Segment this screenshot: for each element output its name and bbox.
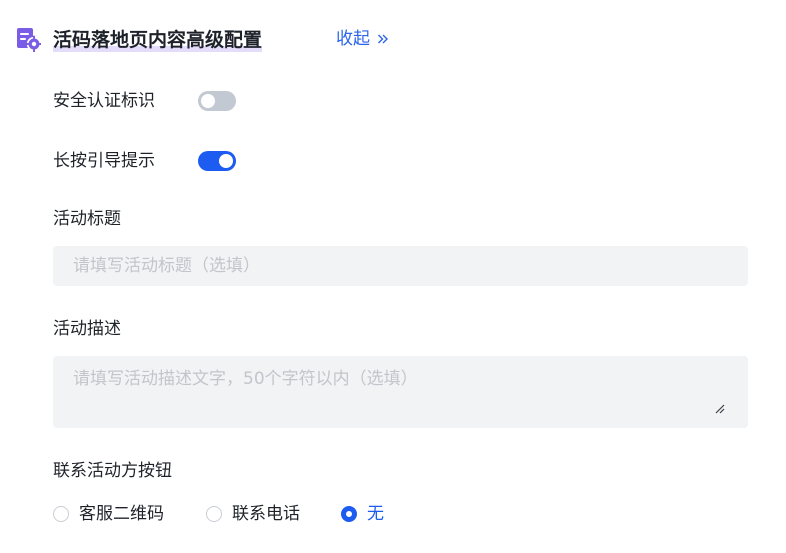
document-settings-icon (17, 28, 41, 52)
long-press-hint-label: 长按引导提示 (53, 151, 155, 171)
radio-label: 客服二维码 (79, 504, 164, 524)
radio-contact-phone[interactable]: 联系电话 (206, 502, 300, 526)
radio-customer-service-qr[interactable]: 客服二维码 (53, 502, 164, 526)
toggle-knob (219, 154, 233, 168)
long-press-hint-toggle[interactable] (198, 151, 236, 171)
security-badge-toggle[interactable] (198, 91, 236, 111)
double-chevron-right-icon (378, 34, 389, 44)
contact-button-label: 联系活动方按钮 (53, 461, 172, 481)
radio-label: 联系电话 (232, 504, 300, 524)
radio-circle (206, 506, 222, 522)
section-title: 活码落地页内容高级配置 (53, 29, 263, 52)
collapse-label: 收起 (336, 29, 370, 49)
activity-desc-label: 活动描述 (53, 319, 121, 339)
radio-circle (341, 506, 357, 522)
radio-none[interactable]: 无 (341, 502, 384, 526)
activity-title-input[interactable] (53, 246, 748, 286)
activity-desc-textarea[interactable] (53, 356, 748, 428)
toggle-knob (201, 94, 215, 108)
collapse-link[interactable]: 收起 (336, 27, 389, 51)
radio-circle (53, 506, 69, 522)
resize-handle-icon[interactable] (715, 404, 725, 414)
activity-title-label: 活动标题 (53, 209, 121, 229)
radio-label: 无 (367, 504, 384, 524)
security-badge-label: 安全认证标识 (53, 91, 155, 111)
